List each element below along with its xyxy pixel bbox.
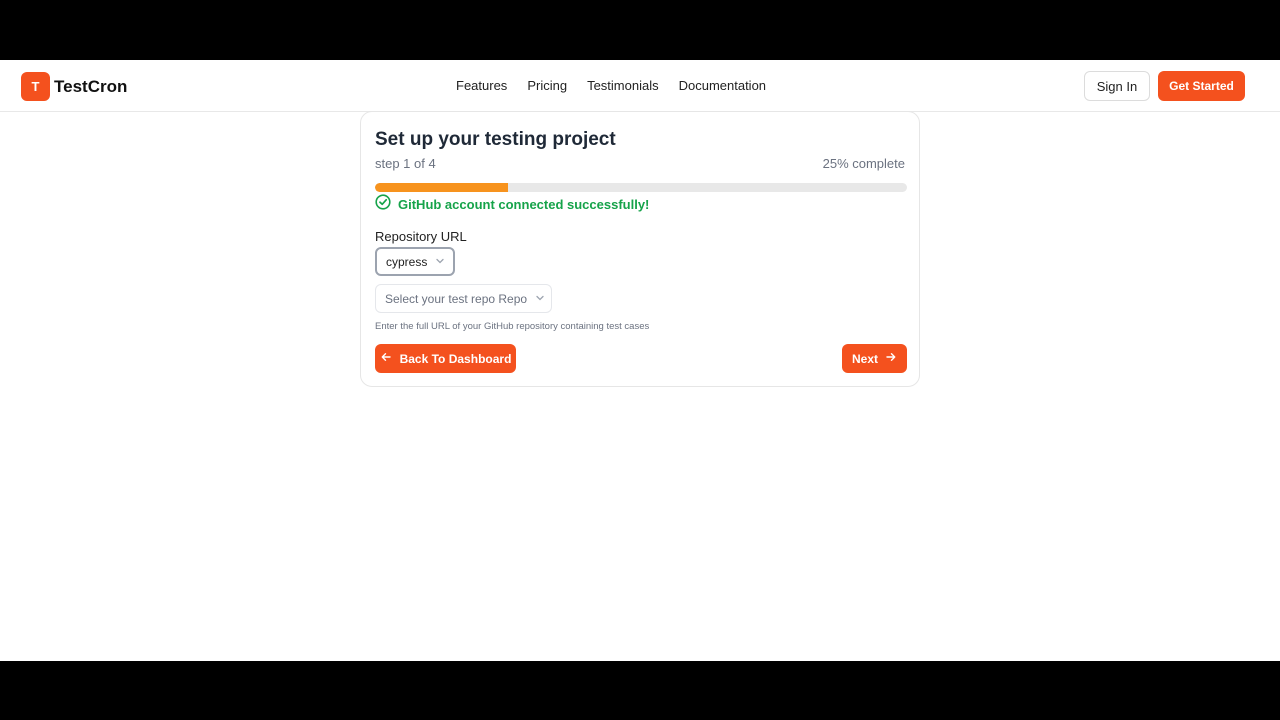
brand-name: TestCron: [54, 76, 128, 96]
progress-percent: 25% complete: [822, 156, 905, 171]
arrow-left-icon: [380, 351, 392, 366]
brand-logo[interactable]: T TestCron: [21, 72, 127, 101]
repo-select-placeholder: Select your test repo Repo: [385, 291, 528, 306]
next-button[interactable]: Next: [842, 344, 907, 373]
sign-in-button[interactable]: Sign In: [1084, 71, 1150, 101]
repo-helper-text: Enter the full URL of your GitHub reposi…: [375, 321, 650, 332]
chevron-down-icon: [435, 253, 445, 271]
progress-bar: [375, 183, 907, 192]
setup-wizard-card: Set up your testing project step 1 of 4 …: [360, 111, 920, 387]
main-nav: Features Pricing Testimonials Documentat…: [456, 78, 786, 93]
repository-url-label: Repository URL: [375, 229, 467, 244]
framework-select-value: cypress: [386, 254, 428, 269]
progress-fill: [375, 183, 508, 192]
nav-link-pricing[interactable]: Pricing: [527, 78, 567, 93]
repo-select[interactable]: Select your test repo Repo: [375, 284, 552, 313]
nav-link-documentation[interactable]: Documentation: [679, 78, 766, 93]
letterbox-top: [0, 0, 1280, 60]
arrow-right-icon: [885, 351, 897, 366]
success-message: GitHub account connected successfully!: [375, 194, 649, 215]
logo-mark: T: [21, 72, 50, 101]
step-indicator: step 1 of 4: [375, 156, 436, 171]
back-to-dashboard-button[interactable]: Back To Dashboard: [375, 344, 516, 373]
check-circle-icon: [375, 194, 391, 215]
get-started-button[interactable]: Get Started: [1158, 71, 1245, 101]
back-button-label: Back To Dashboard: [399, 351, 512, 366]
wizard-title: Set up your testing project: [375, 129, 616, 150]
success-text: GitHub account connected successfully!: [398, 197, 650, 212]
nav-link-testimonials[interactable]: Testimonials: [587, 78, 659, 93]
nav-link-features[interactable]: Features: [456, 78, 507, 93]
page: T TestCron Features Pricing Testimonials…: [0, 60, 1280, 661]
chevron-down-icon: [535, 290, 545, 308]
top-navbar: T TestCron Features Pricing Testimonials…: [0, 60, 1280, 112]
letterbox-bottom: [0, 661, 1280, 720]
framework-select[interactable]: cypress: [375, 247, 455, 276]
next-button-label: Next: [851, 351, 878, 366]
